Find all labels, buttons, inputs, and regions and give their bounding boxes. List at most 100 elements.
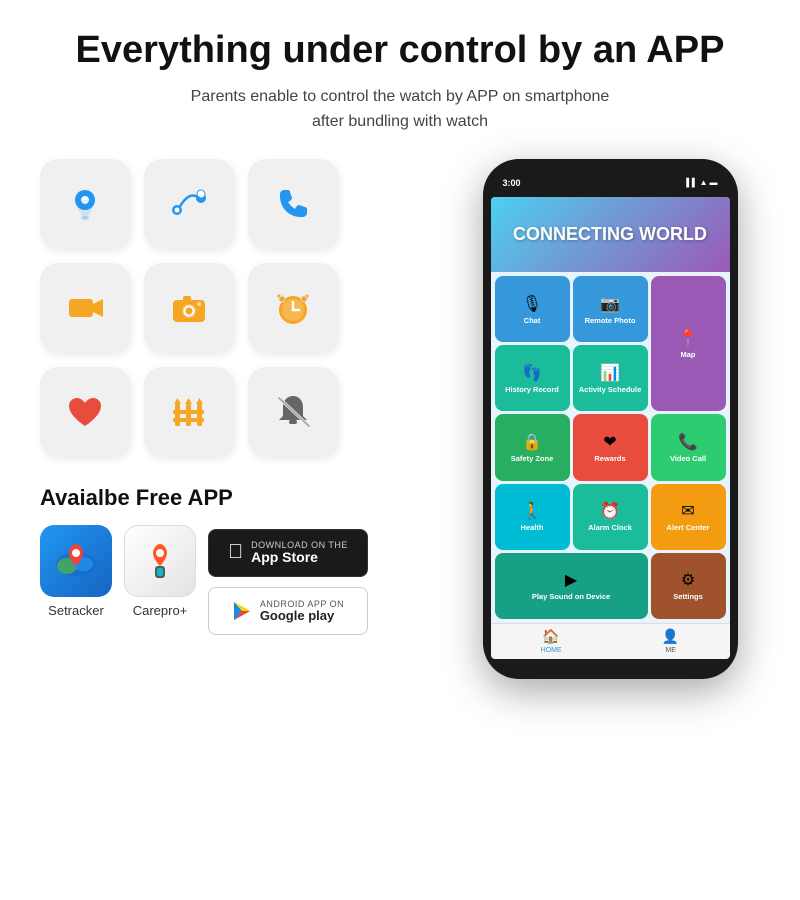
nav-me[interactable]: 👤 ME	[662, 628, 679, 654]
video-call-icon: 📞	[678, 432, 698, 452]
nav-home[interactable]: 🏠 HOME	[541, 628, 562, 654]
icon-box-fence	[144, 367, 234, 457]
settings-label: Settings	[673, 592, 703, 601]
remote-photo-label: Remote Photo	[585, 316, 636, 325]
google-play-text: ANDROID APP ON Google play	[260, 599, 344, 623]
app-logos-row: Setracker Care	[40, 525, 460, 635]
rewards-icon: ❤	[603, 432, 616, 452]
activity-icon: 📊	[600, 363, 620, 383]
carepro-icon	[135, 536, 185, 586]
carepro-label: Carepro+	[133, 603, 188, 618]
app-store-button[interactable]:  Download on the App Store	[208, 529, 368, 577]
phone-status-icons: ▌▌ ▲ ▬	[686, 178, 717, 187]
safety-zone-icon: 🔒	[522, 432, 542, 452]
heart-icon	[61, 388, 109, 436]
phone-time: 3:00	[503, 178, 521, 188]
setracker-logo	[40, 525, 112, 597]
icon-box-route	[144, 159, 234, 249]
setracker-icon	[51, 536, 101, 586]
app-cell-chat[interactable]: 🎙 Chat	[495, 276, 570, 342]
alert-center-label: Alert Center	[667, 523, 710, 532]
icon-box-bell-off	[248, 367, 338, 457]
apple-icon: 	[228, 541, 243, 564]
app-cell-settings[interactable]: ⚙ Settings	[651, 553, 726, 619]
location-icon	[61, 180, 109, 228]
store-buttons:  Download on the App Store	[208, 529, 368, 635]
me-nav-icon: 👤	[662, 628, 679, 645]
video-call-label: Video Call	[670, 454, 706, 463]
home-nav-icon: 🏠	[542, 628, 559, 645]
app-cell-alarm-clock[interactable]: ⏰ Alarm Clock	[573, 484, 648, 550]
app-cell-activity[interactable]: 📊 Activity Schedule	[573, 345, 648, 411]
main-title: Everything under control by an APP	[76, 30, 725, 72]
app-cell-video-call[interactable]: 📞 Video Call	[651, 414, 726, 480]
icons-grid	[40, 159, 460, 457]
activity-label: Activity Schedule	[579, 385, 642, 394]
app-cell-history[interactable]: 👣 History Record	[495, 345, 570, 411]
left-side: Avaialbe Free APP	[40, 159, 460, 679]
app-store-text: Download on the App Store	[251, 540, 348, 565]
home-nav-label: HOME	[541, 647, 562, 654]
setracker-app-item: Setracker	[40, 525, 112, 618]
google-play-button[interactable]: ANDROID APP ON Google play	[208, 587, 368, 635]
app-cell-health[interactable]: 🚶 Health	[495, 484, 570, 550]
map-icon: 📍	[678, 328, 698, 348]
video-icon	[61, 284, 109, 332]
phone-bottom-border	[491, 659, 730, 669]
carepro-logo	[124, 525, 196, 597]
phone-mockup: 3:00 ▌▌ ▲ ▬ CONNECTING WORLD	[483, 159, 738, 679]
subtitle: Parents enable to control the watch by A…	[191, 84, 610, 135]
free-app-section: Avaialbe Free APP	[40, 485, 460, 635]
history-icon: 👣	[522, 363, 542, 383]
chat-icon: 🎙	[522, 294, 542, 314]
rewards-label: Rewards	[594, 454, 625, 463]
phone-app-header: CONNECTING WORLD	[491, 197, 730, 272]
play-sound-icon: ▶	[565, 570, 577, 590]
history-label: History Record	[505, 385, 559, 394]
safety-zone-label: Safety Zone	[511, 454, 554, 463]
chat-label: Chat	[524, 316, 541, 325]
google-play-icon	[232, 601, 252, 621]
settings-icon: ⚙	[681, 570, 695, 590]
me-nav-label: ME	[665, 647, 676, 654]
phone-bottom-nav: 🏠 HOME 👤 ME	[491, 623, 730, 659]
page: Everything under control by an APP Paren…	[0, 0, 800, 900]
icon-box-video	[40, 263, 130, 353]
phone-icon	[269, 180, 317, 228]
alert-center-icon: ✉	[681, 501, 694, 521]
phone-frame: 3:00 ▌▌ ▲ ▬ CONNECTING WORLD	[483, 159, 738, 679]
icon-box-location	[40, 159, 130, 249]
phone-app-grid: 🎙 Chat 📷 Remote Photo 📍 Map	[491, 272, 730, 623]
app-cell-remote-photo[interactable]: 📷 Remote Photo	[573, 276, 648, 342]
app-cell-alert-center[interactable]: ✉ Alert Center	[651, 484, 726, 550]
health-label: Health	[521, 523, 544, 532]
remote-photo-icon: 📷	[600, 294, 620, 314]
phone-notch	[575, 169, 645, 187]
alarm-clock-icon: ⏰	[600, 501, 620, 521]
setracker-label: Setracker	[48, 603, 104, 618]
camera-icon	[165, 284, 213, 332]
phone-status-bar: 3:00 ▌▌ ▲ ▬	[491, 169, 730, 197]
icon-box-phone	[248, 159, 338, 249]
health-icon: 🚶	[522, 501, 542, 521]
map-label: Map	[681, 350, 696, 359]
connecting-world-text: CONNECTING WORLD	[513, 224, 707, 246]
app-cell-rewards[interactable]: ❤ Rewards	[573, 414, 648, 480]
phone-screen: CONNECTING WORLD 🎙 Chat 📷 Remote P	[491, 197, 730, 659]
right-side: 3:00 ▌▌ ▲ ▬ CONNECTING WORLD	[460, 159, 760, 679]
route-icon	[165, 180, 213, 228]
app-cell-map[interactable]: 📍 Map	[651, 276, 726, 411]
content-row: Avaialbe Free APP	[40, 159, 760, 679]
alarm-icon	[269, 284, 317, 332]
bell-off-icon	[269, 388, 317, 436]
carepro-app-item: Carepro+	[124, 525, 196, 618]
app-cell-play-sound[interactable]: ▶ Play Sound on Device	[495, 553, 648, 619]
fence-icon	[165, 388, 213, 436]
icon-box-heart	[40, 367, 130, 457]
play-sound-label: Play Sound on Device	[532, 592, 610, 601]
icon-box-alarm	[248, 263, 338, 353]
app-cell-safety-zone[interactable]: 🔒 Safety Zone	[495, 414, 570, 480]
alarm-clock-label: Alarm Clock	[588, 523, 632, 532]
free-app-title: Avaialbe Free APP	[40, 485, 460, 511]
icon-box-camera	[144, 263, 234, 353]
